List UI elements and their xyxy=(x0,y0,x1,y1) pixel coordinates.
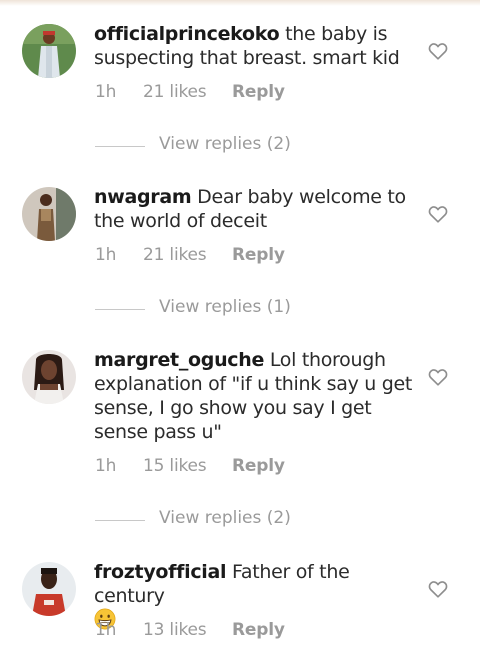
timestamp: 1h xyxy=(95,620,117,640)
heart-outline-icon[interactable] xyxy=(427,203,449,225)
timestamp: 1h xyxy=(95,82,117,102)
replies-divider xyxy=(95,309,145,310)
timestamp: 1h xyxy=(95,456,117,476)
avatar[interactable] xyxy=(22,350,76,404)
view-replies-button[interactable]: View replies (1) xyxy=(95,297,395,321)
likes-count[interactable]: 21 likes xyxy=(143,82,207,102)
timestamp: 1h xyxy=(95,245,117,265)
replies-divider xyxy=(95,520,145,521)
comment-text: nwagram Dear baby welcome to the world o… xyxy=(94,185,414,233)
replies-divider xyxy=(95,146,145,147)
reply-button[interactable]: Reply xyxy=(232,82,285,102)
comment-text: officialprincekoko the baby is suspectin… xyxy=(94,22,414,70)
username[interactable]: nwagram xyxy=(94,186,192,208)
avatar[interactable] xyxy=(22,24,76,78)
comments-screen: officialprincekoko the baby is suspectin… xyxy=(0,0,480,662)
likes-count[interactable]: 21 likes xyxy=(143,245,207,265)
avatar[interactable] xyxy=(22,562,76,616)
heart-outline-icon[interactable] xyxy=(427,578,449,600)
comment-text: margret_oguche Lol thorough explanation … xyxy=(94,348,414,444)
header-edge xyxy=(0,0,480,6)
reply-button[interactable]: Reply xyxy=(232,245,285,265)
reply-button[interactable]: Reply xyxy=(232,456,285,476)
heart-outline-icon[interactable] xyxy=(427,40,449,62)
username[interactable]: margret_oguche xyxy=(94,349,264,371)
username[interactable]: officialprincekoko xyxy=(94,23,280,45)
view-replies-button[interactable]: View replies (2) xyxy=(95,134,395,158)
view-replies-button[interactable]: View replies (2) xyxy=(95,508,395,532)
reply-button[interactable]: Reply xyxy=(232,620,285,640)
heart-outline-icon[interactable] xyxy=(427,366,449,388)
likes-count[interactable]: 13 likes xyxy=(143,620,207,640)
likes-count[interactable]: 15 likes xyxy=(143,456,207,476)
view-replies-label: View replies (1) xyxy=(159,297,291,317)
view-replies-label: View replies (2) xyxy=(159,134,291,154)
view-replies-label: View replies (2) xyxy=(159,508,291,528)
avatar[interactable] xyxy=(22,187,76,241)
username[interactable]: froztyofficial xyxy=(94,561,227,583)
